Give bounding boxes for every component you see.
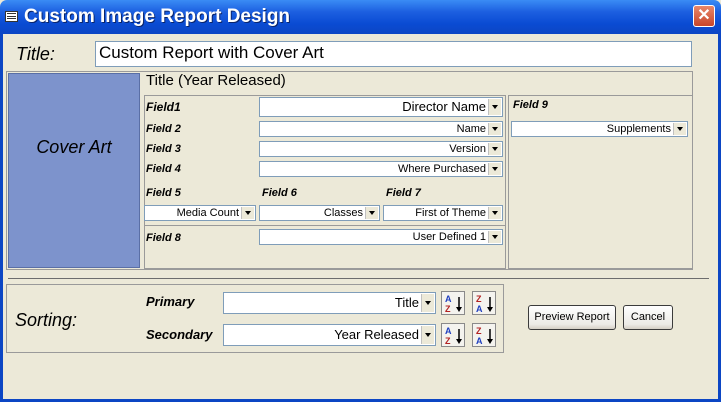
field9-value: Supplements — [606, 123, 671, 135]
field7-value: First of Theme — [415, 207, 486, 219]
chevron-down-icon[interactable] — [488, 123, 501, 135]
title-input[interactable]: Custom Report with Cover Art — [95, 41, 692, 67]
primary-sort-label: Primary — [146, 294, 195, 309]
sort-ascending-icon: A Z — [445, 294, 462, 314]
field5-select[interactable]: Media Count — [144, 205, 256, 221]
field5-label: Field 5 — [146, 187, 181, 199]
layout-subtitle: Title (Year Released) — [146, 72, 286, 89]
title-label: Title: — [16, 44, 55, 64]
svg-text:A: A — [476, 304, 483, 314]
svg-text:A: A — [445, 294, 452, 304]
primary-sort-descending-button[interactable]: Z A — [472, 291, 496, 315]
field5-value: Media Count — [176, 207, 239, 219]
preview-report-button[interactable]: Preview Report — [528, 305, 616, 330]
primary-sort-ascending-button[interactable]: A Z — [441, 291, 465, 315]
divider — [8, 278, 709, 279]
chevron-down-icon[interactable] — [488, 99, 501, 115]
field7-label: Field 7 — [386, 187, 421, 199]
sort-ascending-icon: A Z — [445, 326, 462, 346]
field3-value: Version — [449, 143, 486, 155]
secondary-sort-descending-button[interactable]: Z A — [472, 323, 496, 347]
sort-descending-icon: Z A — [476, 294, 493, 314]
secondary-sort-select[interactable]: Year Released — [223, 324, 436, 346]
field2-select[interactable]: Name — [259, 121, 503, 137]
field6-select[interactable]: Classes — [259, 205, 380, 221]
field7-select[interactable]: First of Theme — [383, 205, 503, 221]
svg-text:A: A — [476, 336, 483, 346]
field9-select[interactable]: Supplements — [511, 121, 688, 137]
chevron-down-icon[interactable] — [488, 163, 501, 175]
chevron-down-icon[interactable] — [488, 231, 501, 243]
chevron-down-icon[interactable] — [488, 207, 501, 219]
svg-text:A: A — [445, 326, 452, 336]
field8-value: User Defined 1 — [412, 231, 486, 243]
title-input-value: Custom Report with Cover Art — [99, 43, 324, 62]
form-icon — [5, 11, 18, 22]
svg-text:Z: Z — [445, 336, 451, 346]
chevron-down-icon[interactable] — [488, 143, 501, 155]
field4-select[interactable]: Where Purchased — [259, 161, 503, 177]
title-bar: Custom Image Report Design ✕ — [0, 0, 721, 34]
field8-select[interactable]: User Defined 1 — [259, 229, 503, 245]
field4-label: Field 4 — [146, 163, 181, 175]
secondary-sort-label: Secondary — [146, 327, 213, 342]
chevron-down-icon[interactable] — [365, 207, 378, 219]
field6-value: Classes — [323, 207, 363, 219]
svg-text:Z: Z — [476, 294, 482, 304]
field6-label: Field 6 — [262, 187, 297, 199]
field8-label: Field 8 — [146, 232, 181, 244]
field1-select[interactable]: Director Name — [259, 97, 503, 117]
sort-descending-icon: Z A — [476, 326, 493, 346]
secondary-sort-ascending-button[interactable]: A Z — [441, 323, 465, 347]
chevron-down-icon[interactable] — [421, 294, 434, 312]
field1-value: Director Name — [402, 99, 486, 114]
field4-value: Where Purchased — [397, 163, 486, 175]
close-button[interactable]: ✕ — [693, 5, 715, 27]
cover-art-placeholder: Cover Art — [8, 73, 140, 268]
field1-label: Field1 — [146, 100, 181, 114]
svg-text:Z: Z — [476, 326, 482, 336]
sorting-label: Sorting: — [15, 310, 78, 330]
close-icon: ✕ — [697, 7, 711, 24]
window-title: Custom Image Report Design — [24, 6, 291, 27]
svg-text:Z: Z — [445, 304, 451, 314]
field2-label: Field 2 — [146, 123, 181, 135]
field3-label: Field 3 — [146, 143, 181, 155]
cover-art-label: Cover Art — [36, 137, 112, 157]
cancel-button[interactable]: Cancel — [623, 305, 673, 330]
chevron-down-icon[interactable] — [421, 326, 434, 344]
field2-value: Name — [456, 123, 486, 135]
field3-select[interactable]: Version — [259, 141, 503, 157]
chevron-down-icon[interactable] — [673, 123, 686, 135]
primary-sort-value: Title — [394, 295, 419, 310]
field9-label: Field 9 — [513, 99, 548, 111]
primary-sort-select[interactable]: Title — [223, 292, 436, 314]
secondary-sort-value: Year Released — [334, 327, 419, 342]
chevron-down-icon[interactable] — [241, 207, 254, 219]
